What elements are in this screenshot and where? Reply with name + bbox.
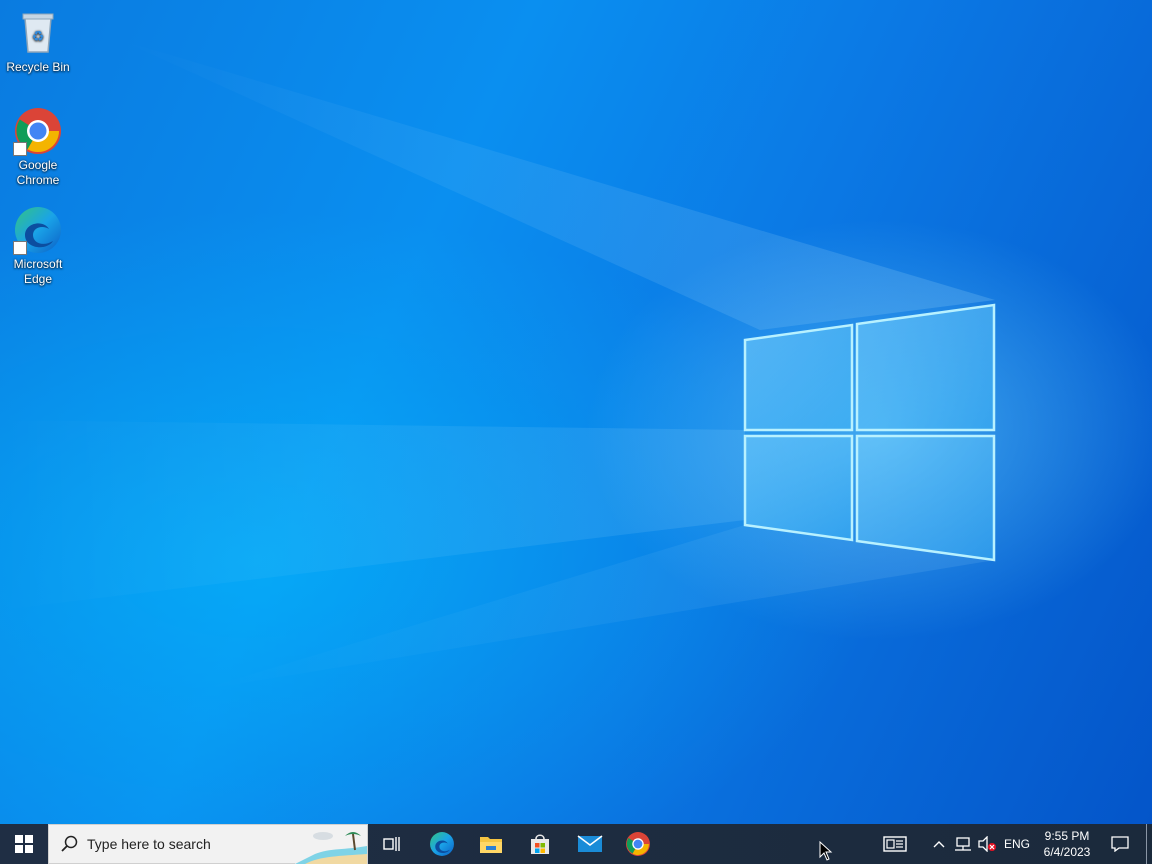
file-explorer-icon	[480, 837, 502, 853]
notifications-icon	[1111, 836, 1129, 852]
speaker-muted-icon	[978, 836, 996, 852]
clock-date: 6/4/2023	[1043, 845, 1091, 859]
windows-start-icon	[15, 835, 33, 853]
network-icon	[955, 837, 971, 851]
search-icon	[61, 835, 78, 852]
desktop-icon-label: Recycle Bin	[6, 60, 70, 74]
desktop[interactable]: ♻ Recycle Bin Google Chrome Microsoft Ed…	[0, 0, 1152, 824]
taskbar-store-button[interactable]	[516, 824, 564, 864]
shortcut-arrow-icon	[13, 241, 27, 255]
input-language-button[interactable]: ENG	[1000, 824, 1034, 864]
edge-icon	[13, 205, 63, 255]
news-icon	[883, 836, 907, 852]
microsoft-store-icon	[531, 834, 549, 854]
shortcut-arrow-icon	[13, 142, 27, 156]
search-highlight-beach-icon	[295, 826, 367, 864]
clock[interactable]: 9:55 PM 6/4/2023	[1036, 824, 1098, 864]
news-and-interests-button[interactable]	[876, 824, 914, 864]
language-indicator: ENG	[1003, 837, 1030, 851]
taskbar-search-box[interactable]: Type here to search	[48, 824, 368, 864]
edge-icon	[430, 832, 454, 856]
desktop-icon-label: Microsoft Edge	[13, 257, 63, 286]
desktop-icon-label: Google Chrome	[16, 158, 60, 187]
search-placeholder: Type here to search	[87, 836, 211, 852]
chrome-icon	[13, 106, 63, 156]
svg-text:♻: ♻	[32, 29, 45, 45]
task-view-button[interactable]	[368, 824, 416, 864]
taskbar-file-explorer-button[interactable]	[467, 824, 515, 864]
show-desktop-button[interactable]	[1146, 824, 1152, 864]
volume-button[interactable]	[976, 824, 998, 864]
chevron-up-icon	[933, 841, 945, 848]
start-button[interactable]	[0, 824, 48, 864]
show-hidden-icons-button[interactable]	[928, 824, 950, 864]
windows-logo-wallpaper	[743, 303, 996, 562]
network-button[interactable]	[952, 824, 974, 864]
mail-icon	[577, 835, 603, 852]
taskbar-chrome-button[interactable]	[614, 824, 662, 864]
mouse-cursor-icon	[819, 841, 833, 861]
recycle-bin-icon: ♻	[13, 8, 63, 58]
taskbar-mail-button[interactable]	[566, 824, 614, 864]
taskbar-edge-button[interactable]	[418, 824, 466, 864]
desktop-icon-recycle-bin[interactable]: ♻ Recycle Bin	[6, 8, 70, 75]
clock-time: 9:55 PM	[1044, 829, 1090, 843]
taskbar: Type here to search ENG 9:55 PM 6/4/2023	[0, 824, 1152, 864]
desktop-icon-microsoft-edge[interactable]: Microsoft Edge	[6, 205, 70, 287]
desktop-icon-google-chrome[interactable]: Google Chrome	[6, 106, 70, 188]
chrome-icon	[626, 832, 650, 856]
action-center-button[interactable]	[1102, 824, 1138, 864]
task-view-icon	[383, 837, 400, 851]
